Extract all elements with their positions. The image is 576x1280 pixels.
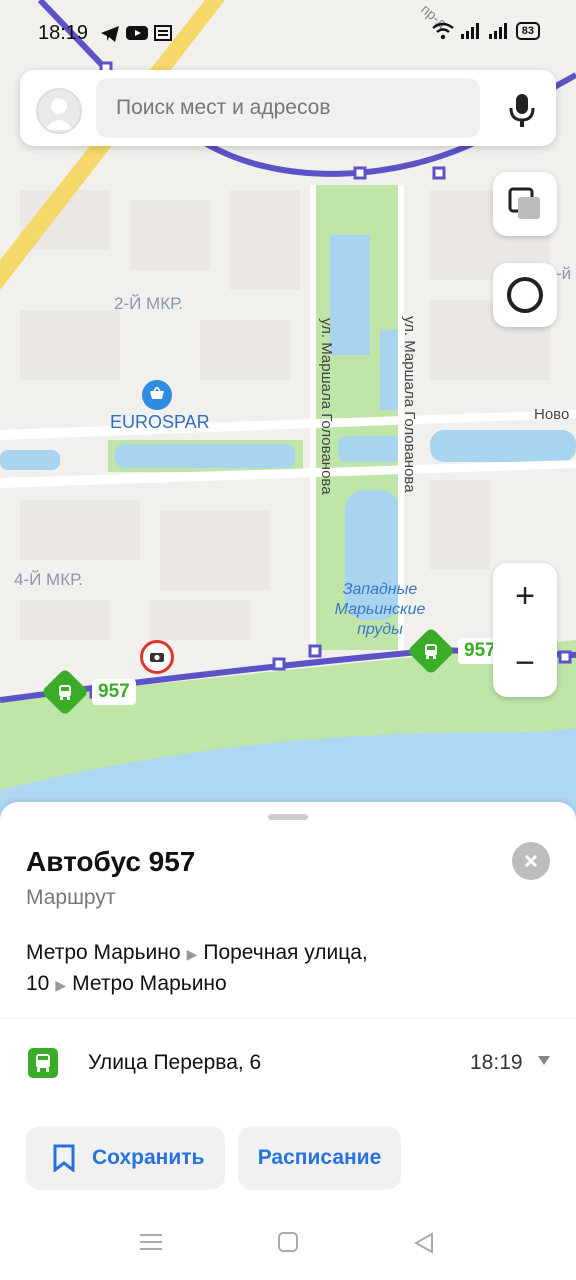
store-icon[interactable]	[142, 380, 172, 410]
notification-icons	[100, 25, 172, 43]
route-stops: Метро Марьино ▶ Поречная улица, 10 ▶ Метро М…	[26, 938, 446, 1000]
bus-icon	[406, 626, 456, 676]
chevron-down-icon[interactable]	[538, 1056, 550, 1065]
layers-icon	[508, 187, 540, 219]
layers-button[interactable]	[493, 172, 557, 236]
signal-icon-2	[488, 23, 507, 39]
status-right: 83	[432, 22, 540, 40]
zoom-out-button[interactable]: −	[493, 630, 557, 697]
camera-marker-icon[interactable]	[140, 640, 174, 674]
route-arrow-icon: ▶	[186, 946, 198, 962]
schedule-label: Расписание	[257, 1146, 382, 1169]
news-icon	[154, 25, 172, 41]
map-label-ponds: Западные Марьинские пруды	[328, 580, 432, 640]
signal-icon	[460, 23, 479, 39]
card-title: Автобус 957	[26, 846, 196, 877]
alice-icon	[507, 277, 543, 313]
bus-stop-icon	[28, 1048, 58, 1078]
zoom-in-button[interactable]: +	[493, 563, 557, 630]
stop-row[interactable]: Улица Перерва, 6 18:19	[0, 1032, 576, 1092]
close-button[interactable]	[512, 842, 550, 880]
alice-assistant-button[interactable]	[493, 263, 557, 327]
route-stop: Метро Марьино	[72, 972, 227, 995]
zoom-controls: + −	[493, 563, 557, 697]
map-label-eurospar[interactable]: EUROSPAR	[110, 412, 210, 433]
status-time: 18:19	[38, 22, 89, 44]
status-bar: 18:19 83	[0, 0, 576, 70]
avatar[interactable]	[36, 88, 82, 134]
map-label-street-nov: Ново	[534, 406, 570, 423]
card-subtitle: Маршрут	[26, 886, 116, 909]
map-label-street-2: ул. Маршала Голованова	[401, 316, 418, 493]
nav-menu-icon[interactable]	[140, 1232, 162, 1257]
stop-time: 18:19	[470, 1051, 523, 1074]
search-bar	[20, 70, 556, 146]
close-icon	[524, 854, 538, 868]
map-label-district-4: 4-Й МКР.	[14, 570, 83, 589]
battery-icon: 83	[515, 22, 540, 40]
microphone-icon[interactable]	[504, 90, 540, 130]
divider	[0, 1018, 576, 1019]
bus-stop-marker-right[interactable]: 957	[406, 626, 502, 676]
sheet-handle[interactable]	[268, 814, 308, 820]
schedule-button[interactable]: Расписание	[238, 1126, 401, 1190]
stop-name: Улица Перерва, 6	[88, 1051, 262, 1074]
route-card: Автобус 957 Маршрут Метро Марьино ▶ Поречн…	[0, 802, 576, 1280]
wifi-icon	[432, 22, 454, 40]
route-stop: Метро Марьино	[26, 941, 181, 964]
map-label-district-2: 2-Й МКР.	[114, 294, 183, 313]
telegram-icon	[101, 26, 119, 42]
nav-back-icon[interactable]	[413, 1232, 434, 1259]
bus-route-badge: 957	[92, 679, 136, 705]
bus-icon	[40, 667, 90, 717]
route-arrow-icon: ▶	[55, 977, 67, 993]
search-field[interactable]	[96, 78, 480, 138]
ponds-line-2: Марьинские	[334, 601, 426, 618]
nav-home-icon[interactable]	[278, 1232, 298, 1257]
bookmark-icon	[53, 1144, 75, 1172]
save-label: Сохранить	[92, 1146, 205, 1169]
search-input[interactable]	[96, 78, 480, 138]
youtube-icon	[126, 26, 148, 40]
map-label-mkr-right: -й	[556, 264, 572, 283]
map-label-street-1: ул. Маршала Голованова	[318, 318, 335, 495]
ponds-line-1: Западные	[342, 581, 418, 598]
bus-stop-marker-left[interactable]: 957	[40, 667, 136, 717]
save-button[interactable]: Сохранить	[26, 1126, 225, 1190]
